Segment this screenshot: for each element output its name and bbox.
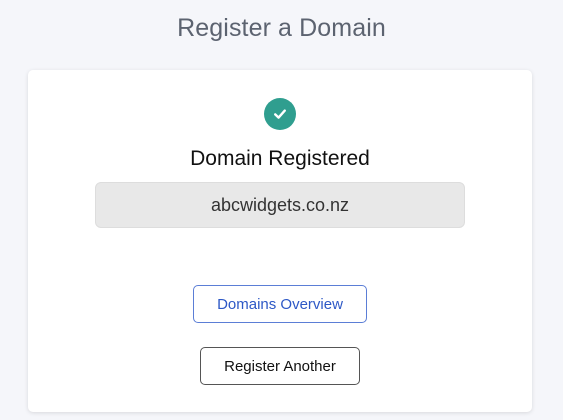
domains-overview-button[interactable]: Domains Overview <box>193 285 367 323</box>
status-heading: Domain Registered <box>190 147 370 170</box>
registration-result-card: Domain Registered abcwidgets.co.nz Domai… <box>28 70 532 412</box>
checkmark-icon <box>274 109 286 119</box>
registered-domain-name: abcwidgets.co.nz <box>95 182 465 228</box>
page: Register a Domain Domain Registered abcw… <box>0 0 563 420</box>
register-another-button[interactable]: Register Another <box>200 347 360 385</box>
check-circle-icon <box>264 98 296 130</box>
page-title: Register a Domain <box>177 14 386 42</box>
